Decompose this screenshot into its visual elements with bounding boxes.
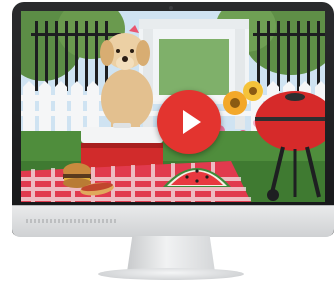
- chin-vent: [26, 219, 116, 223]
- burger: [63, 163, 91, 188]
- play-button[interactable]: [157, 90, 221, 154]
- puppy: [100, 25, 153, 136]
- play-icon: [183, 110, 201, 134]
- monitor-stand-base: [98, 268, 244, 280]
- gazebo-opening: [159, 39, 229, 97]
- webcam-dot: [169, 6, 173, 10]
- monitor-stand-neck: [127, 236, 215, 272]
- monitor-frame: [12, 2, 334, 236]
- monitor-chin: [12, 205, 334, 237]
- gazebo-beam: [139, 19, 249, 29]
- video-screen[interactable]: [21, 11, 325, 202]
